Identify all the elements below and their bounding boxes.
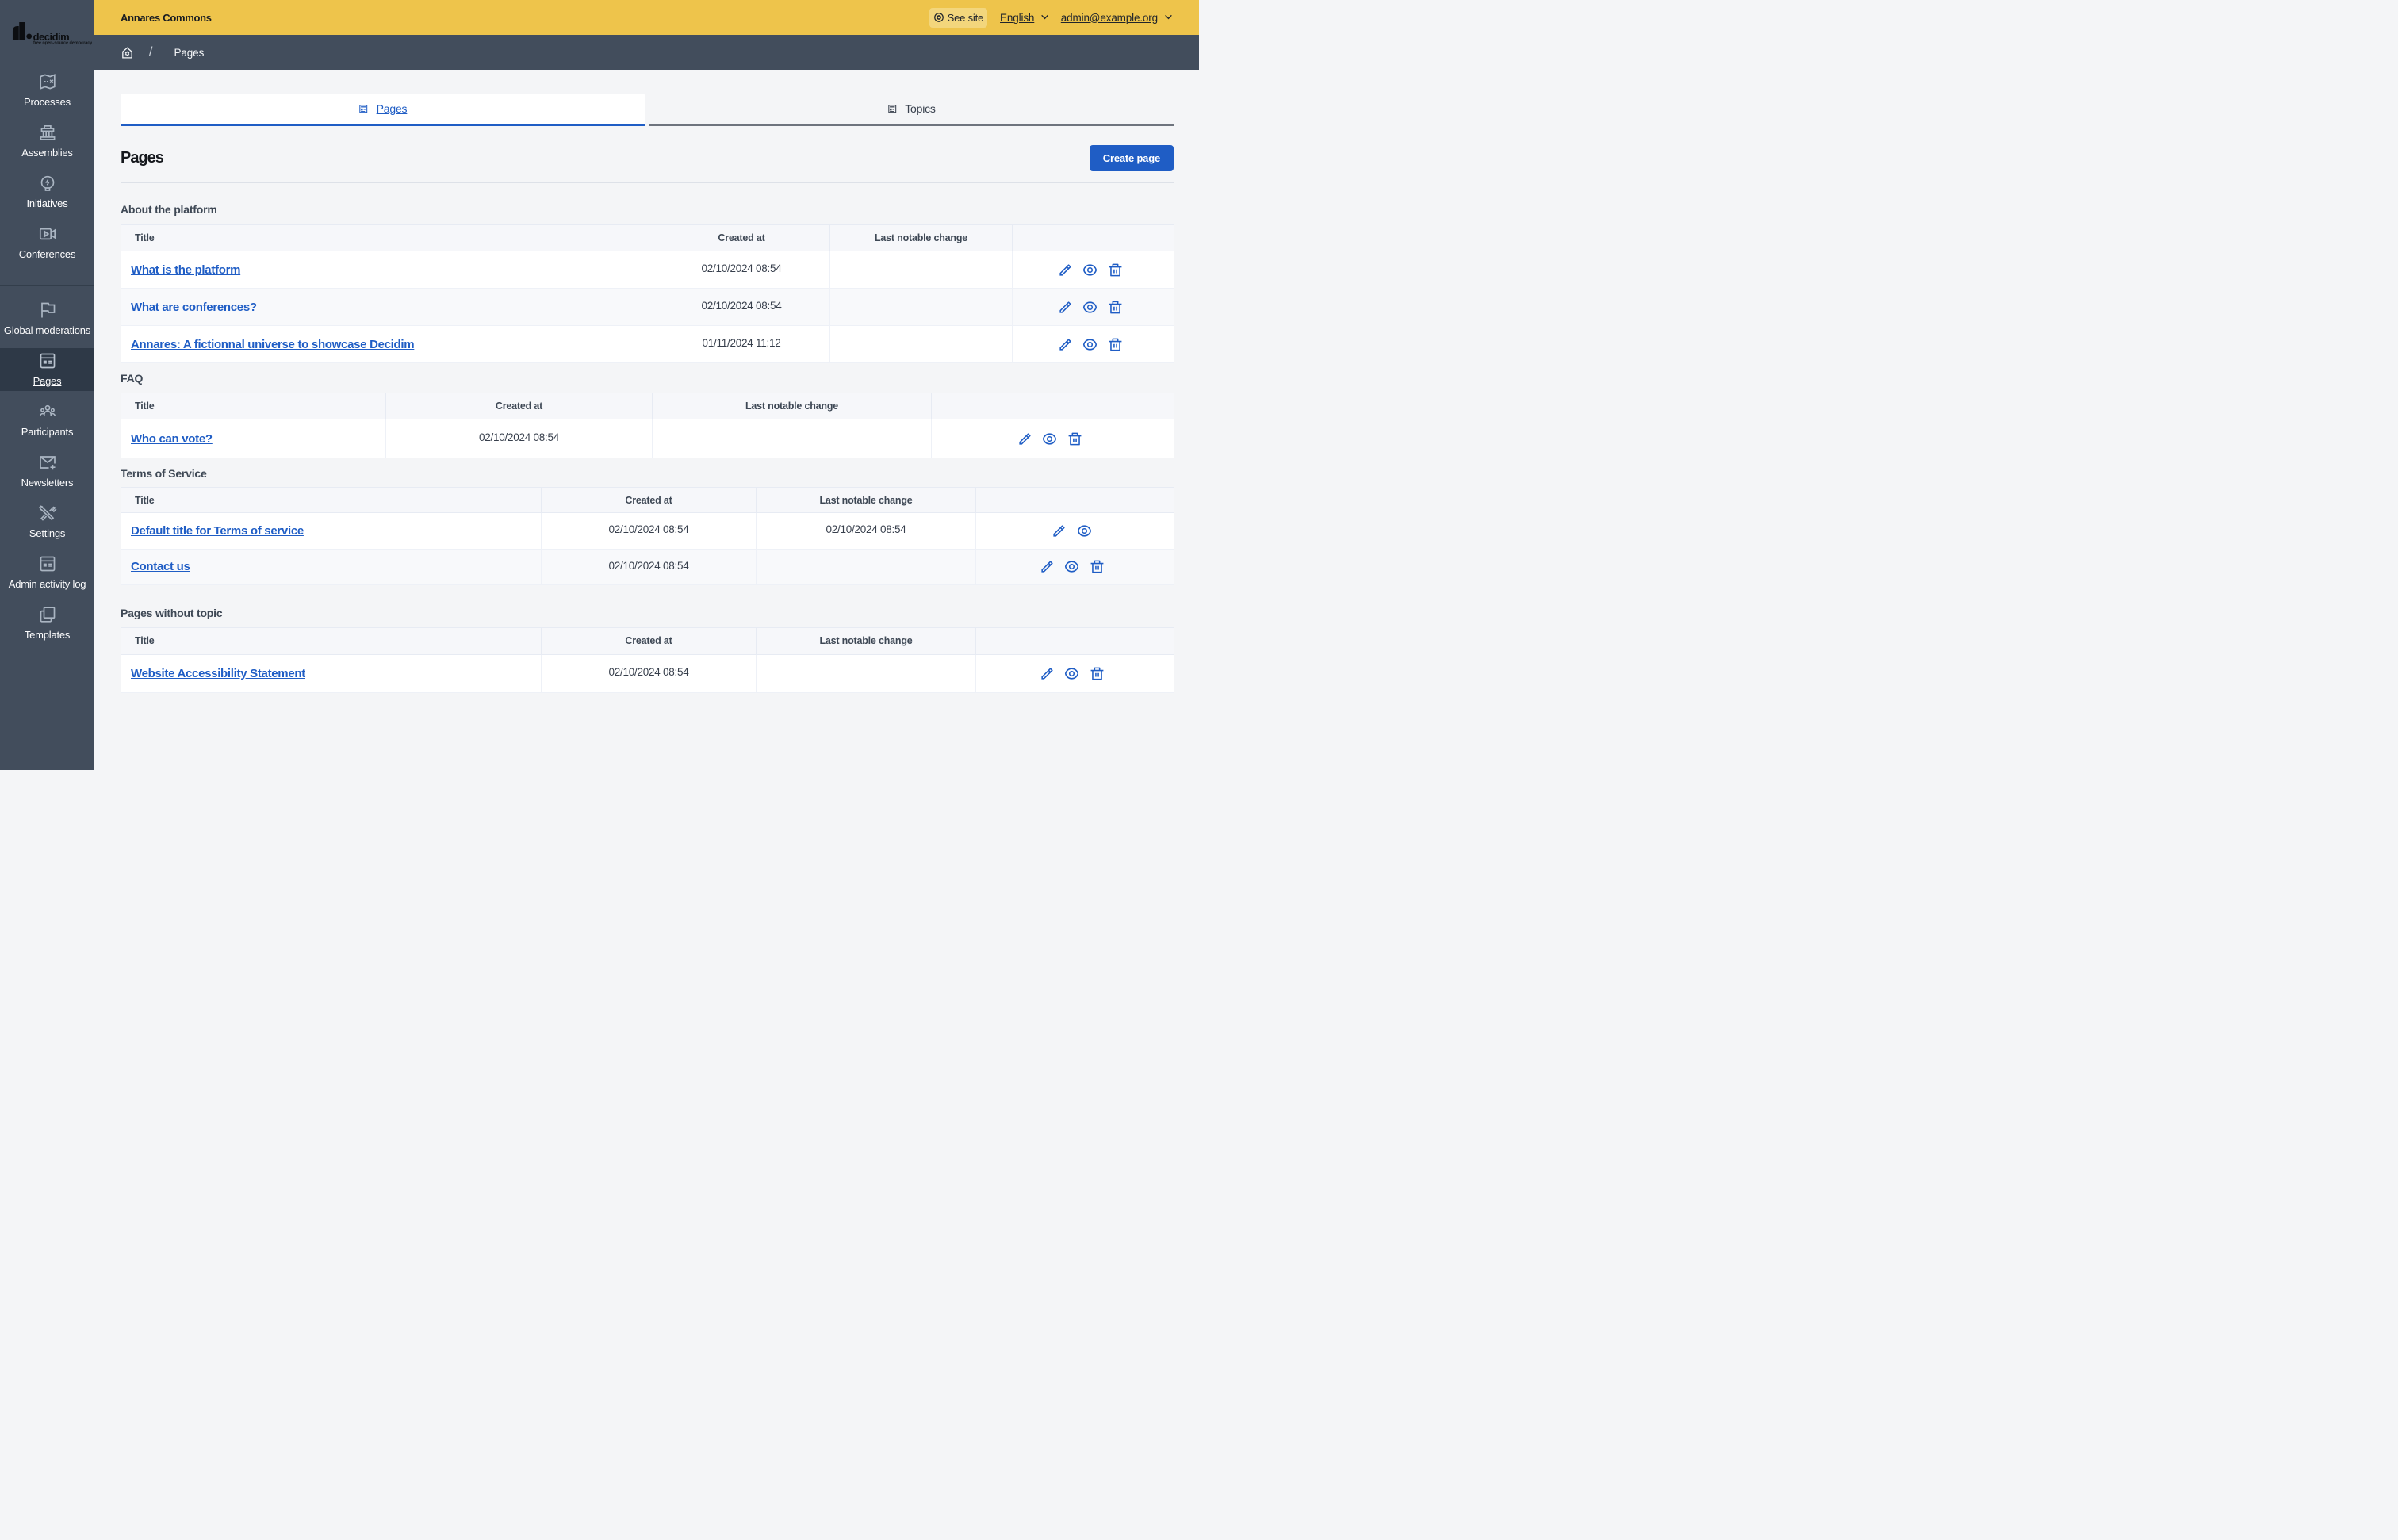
svg-text:free open-source democracy: free open-source democracy: [33, 41, 92, 46]
